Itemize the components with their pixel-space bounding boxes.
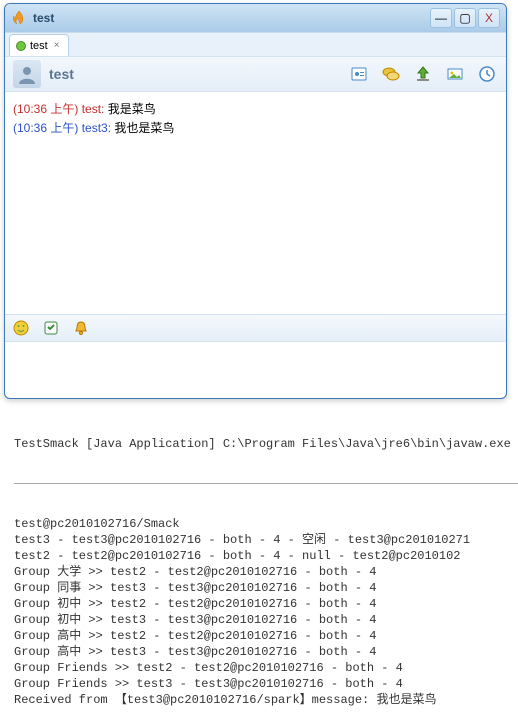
console-line: Group Friends >> test3 - test3@pc2010102… [14,676,518,692]
tab-active[interactable]: test × [9,34,69,56]
input-toolbar [5,314,506,342]
maximize-button[interactable]: ▢ [454,8,476,28]
console-line: Received from 【test3@pc2010102716/spark】… [14,692,518,708]
console-line: Group 高中 >> test2 - test2@pc2010102716 -… [14,628,518,644]
tab-bar: test × [5,32,506,56]
history-icon[interactable] [476,63,498,85]
avatar[interactable] [13,60,41,88]
console-output: TestSmack [Java Application] C:\Program … [14,406,518,722]
console-line: test3 - test3@pc2010102716 - both - 4 - … [14,532,518,548]
message-line: (10:36 上午) test3: 我也是菜鸟 [13,119,498,136]
console-line: test2 - test2@pc2010102716 - both - 4 - … [14,548,518,564]
console-line: Group Friends >> test2 - test2@pc2010102… [14,660,518,676]
status-dot-icon [16,41,26,51]
flame-icon [11,10,27,26]
chat-icon[interactable] [380,63,402,85]
profile-icon[interactable] [348,63,370,85]
tab-label: test [30,40,48,52]
message-input[interactable] [9,344,502,386]
message-line: (10:36 上午) test: 我是菜鸟 [13,100,498,117]
list-icon[interactable] [41,318,61,338]
console-divider [14,483,518,484]
console-line: Group 大学 >> test2 - test2@pc2010102716 -… [14,564,518,580]
window-title: test [33,11,428,25]
bell-icon[interactable] [71,318,91,338]
minimize-button[interactable]: — [430,8,452,28]
picture-icon[interactable] [444,63,466,85]
chat-window: test — ▢ X test × test (10:36 上午) test: … [4,3,507,399]
console-header: TestSmack [Java Application] C:\Program … [14,434,518,451]
console-line: test@pc2010102716/Smack [14,516,518,532]
console-line: Group 初中 >> test3 - test3@pc2010102716 -… [14,612,518,628]
titlebar[interactable]: test — ▢ X [5,4,506,32]
console-line: Group 同事 >> test3 - test3@pc2010102716 -… [14,580,518,596]
close-button[interactable]: X [478,8,500,28]
upload-icon[interactable] [412,63,434,85]
console-line: Group 高中 >> test3 - test3@pc2010102716 -… [14,644,518,660]
message-area[interactable]: (10:36 上午) test: 我是菜鸟 (10:36 上午) test3: 我… [5,92,506,314]
emoji-icon[interactable] [11,318,31,338]
user-header: test [5,56,506,92]
tab-close-button[interactable]: × [52,40,62,51]
input-area [5,342,506,390]
header-toolbar [348,63,498,85]
console-line: Group 初中 >> test2 - test2@pc2010102716 -… [14,596,518,612]
user-name: test [49,66,348,82]
